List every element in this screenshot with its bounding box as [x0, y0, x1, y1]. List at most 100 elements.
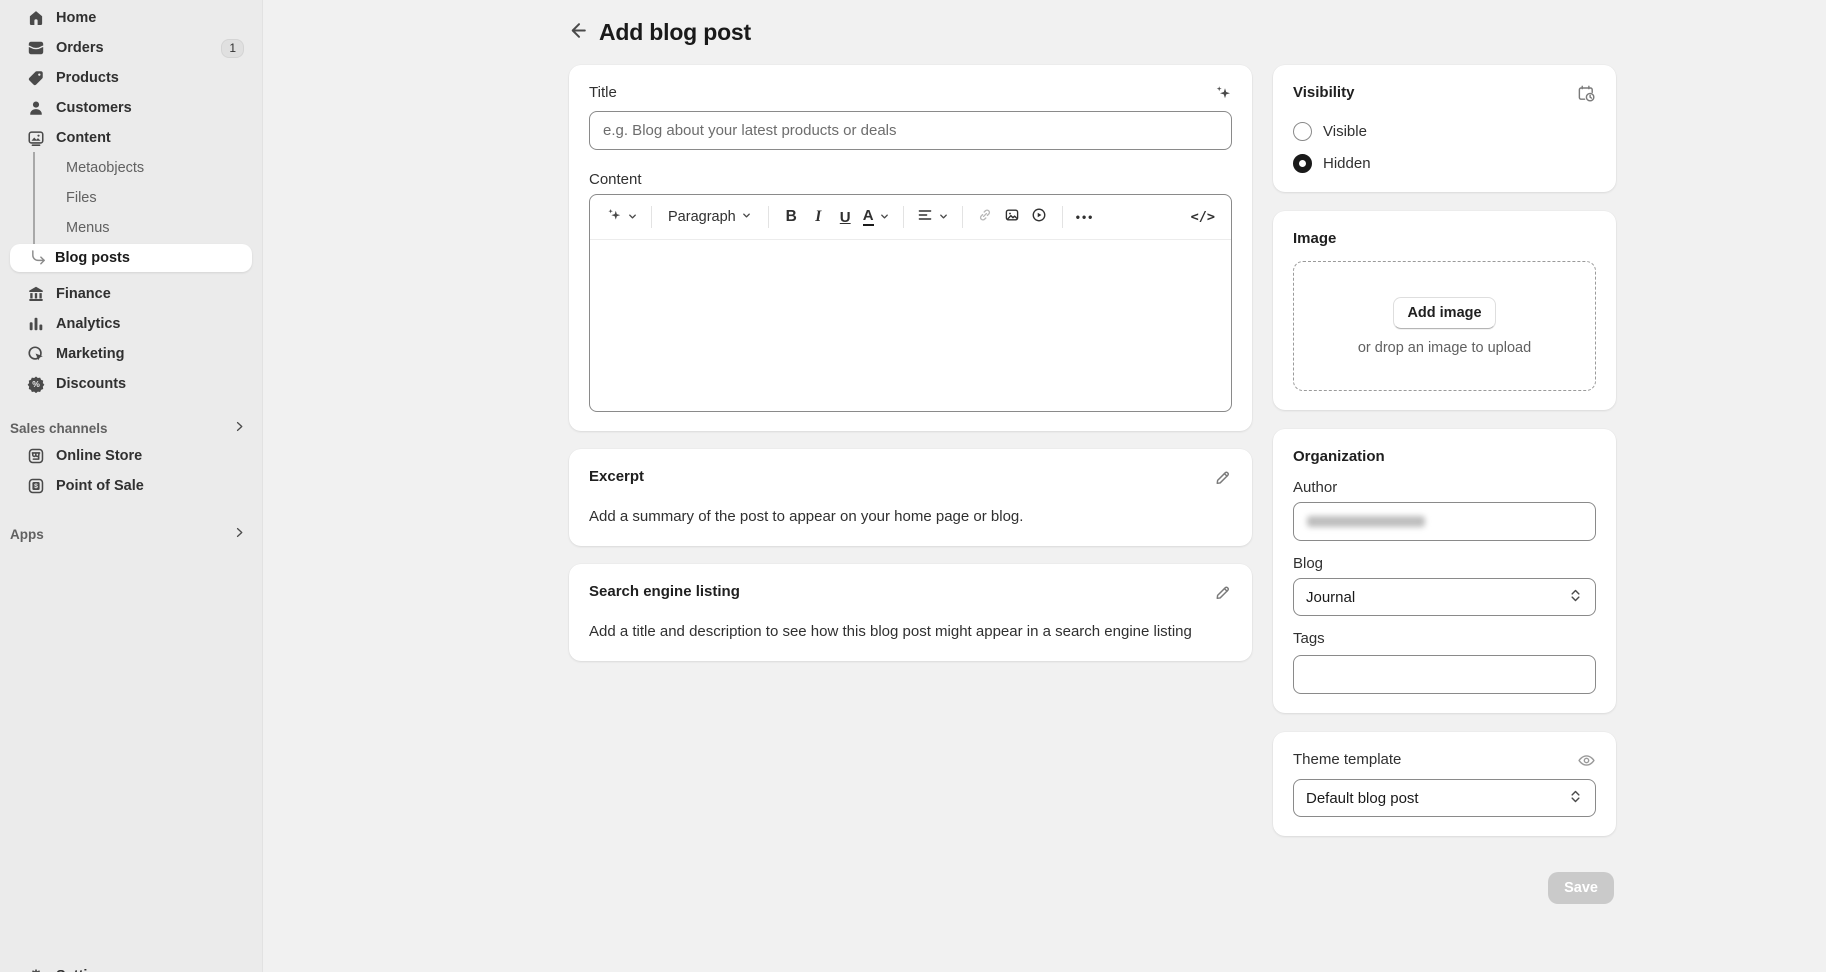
sidebar-item-home[interactable]: Home	[10, 4, 252, 32]
blog-label: Blog	[1293, 555, 1596, 572]
insert-video-button[interactable]	[1026, 202, 1053, 232]
link-button[interactable]	[972, 202, 999, 232]
online-store-icon	[26, 446, 46, 466]
insert-image-button[interactable]	[999, 202, 1026, 232]
sidebar-item-label: Online Store	[56, 448, 142, 464]
customers-icon	[26, 98, 46, 118]
toolbar-divider	[651, 206, 652, 228]
content-editor-area[interactable]	[590, 240, 1231, 412]
preview-template-button[interactable]	[1577, 751, 1596, 773]
sidebar-item-files[interactable]: Files	[10, 184, 252, 212]
align-left-icon	[917, 207, 933, 227]
svg-text:%: %	[32, 379, 40, 389]
chevron-updown-icon	[1568, 588, 1583, 607]
author-input[interactable]	[1293, 502, 1596, 541]
sidebar-item-content[interactable]: Content	[10, 124, 252, 152]
theme-template-card: Theme template Default blog post	[1273, 732, 1616, 836]
sidebar-item-label: Files	[66, 190, 97, 206]
sidebar-item-label: Point of Sale	[56, 478, 144, 494]
underline-button[interactable]: U	[832, 202, 859, 232]
edit-seo-button[interactable]	[1214, 583, 1232, 604]
edit-excerpt-button[interactable]	[1214, 468, 1232, 489]
sidebar-item-orders[interactable]: Orders 1	[10, 34, 252, 62]
sidebar-item-point-of-sale[interactable]: $ Point of Sale	[10, 472, 252, 500]
chevron-down-icon	[938, 209, 949, 226]
content-icon	[26, 128, 46, 148]
page-header: Add blog post	[263, 0, 1826, 65]
content-label: Content	[589, 171, 1232, 188]
svg-text:$: $	[34, 483, 38, 490]
show-html-button[interactable]: </>	[1187, 202, 1219, 232]
seo-title: Search engine listing	[589, 583, 740, 600]
sidebar-item-customers[interactable]: Customers	[10, 94, 252, 122]
calendar-clock-icon	[1577, 84, 1596, 106]
tags-label: Tags	[1293, 630, 1596, 647]
eye-icon	[1577, 751, 1596, 773]
ai-generate-button[interactable]	[1214, 84, 1232, 105]
bold-button[interactable]: B	[778, 202, 805, 232]
toolbar-divider	[768, 206, 769, 228]
excerpt-description: Add a summary of the post to appear on y…	[589, 506, 1232, 527]
image-title: Image	[1293, 230, 1336, 247]
sales-channels-heading[interactable]: Sales channels	[0, 414, 262, 442]
apps-heading[interactable]: Apps	[0, 520, 262, 548]
visibility-title: Visibility	[1293, 84, 1354, 101]
back-button[interactable]	[563, 17, 593, 47]
title-label: Title	[589, 84, 617, 101]
chevron-updown-icon	[1568, 789, 1583, 808]
save-button[interactable]: Save	[1548, 872, 1614, 904]
toolbar-divider	[1062, 206, 1063, 228]
arrow-left-icon	[568, 20, 589, 44]
theme-template-select[interactable]: Default blog post	[1293, 779, 1596, 817]
visibility-option-hidden[interactable]: Hidden	[1293, 154, 1596, 173]
sidebar-item-label: Blog posts	[55, 250, 130, 266]
text-color-button[interactable]: A	[859, 202, 894, 232]
blog-select[interactable]: Journal	[1293, 578, 1596, 616]
sidebar-item-analytics[interactable]: Analytics	[10, 310, 252, 338]
editor-toolbar: Paragraph B I U A	[590, 195, 1231, 240]
pencil-icon	[1214, 583, 1232, 604]
tags-input[interactable]	[1293, 655, 1596, 694]
excerpt-card: Excerpt Add a summary of the post to app…	[569, 449, 1252, 546]
sidebar-item-marketing[interactable]: Marketing	[10, 340, 252, 368]
chevron-down-icon	[741, 209, 752, 225]
sidebar-item-metaobjects[interactable]: Metaobjects	[10, 154, 252, 182]
paragraph-style-dropdown[interactable]: Paragraph	[661, 202, 759, 232]
organization-title: Organization	[1293, 448, 1385, 465]
sidebar: Home Orders 1 Products Customers C	[0, 0, 263, 972]
sidebar-item-settings[interactable]: ⚙ Settings	[10, 962, 252, 972]
theme-template-value: Default blog post	[1306, 790, 1419, 807]
app-window: Home Orders 1 Products Customers C	[0, 0, 1826, 972]
pencil-icon	[1214, 468, 1232, 489]
sidebar-item-menus[interactable]: Menus	[10, 214, 252, 242]
sidebar-item-discounts[interactable]: % Discounts	[10, 370, 252, 398]
sidebar-item-blog-posts[interactable]: Blog posts	[10, 244, 252, 272]
point-of-sale-icon: $	[26, 476, 46, 496]
sparkle-icon	[606, 207, 622, 227]
ai-writer-button[interactable]	[602, 202, 642, 232]
analytics-icon	[26, 314, 46, 334]
sidebar-item-label: Menus	[66, 220, 110, 236]
chevron-down-icon	[879, 209, 890, 226]
title-input[interactable]	[589, 111, 1232, 150]
image-card: Image Add image or drop an image to uplo…	[1273, 211, 1616, 410]
page-title: Add blog post	[599, 19, 751, 46]
image-dropzone[interactable]: Add image or drop an image to upload	[1293, 261, 1596, 391]
rich-text-editor: Paragraph B I U A	[589, 194, 1232, 412]
add-image-button[interactable]: Add image	[1393, 297, 1495, 329]
schedule-visibility-button[interactable]	[1577, 84, 1596, 106]
title-content-card: Title Content	[569, 65, 1252, 431]
drop-hint-text: or drop an image to upload	[1358, 340, 1531, 356]
sidebar-item-online-store[interactable]: Online Store	[10, 442, 252, 470]
visibility-option-visible[interactable]: Visible	[1293, 122, 1596, 141]
sidebar-item-finance[interactable]: Finance	[10, 280, 252, 308]
finance-icon	[26, 284, 46, 304]
sidebar-item-label: Orders	[56, 40, 104, 56]
sidebar-item-label: Content	[56, 130, 111, 146]
more-options-button[interactable]: •••	[1072, 202, 1099, 232]
alignment-button[interactable]	[913, 202, 953, 232]
sidebar-item-products[interactable]: Products	[10, 64, 252, 92]
visibility-card: Visibility Visible	[1273, 65, 1616, 192]
redacted-author-value	[1307, 516, 1425, 527]
italic-button[interactable]: I	[805, 202, 832, 232]
